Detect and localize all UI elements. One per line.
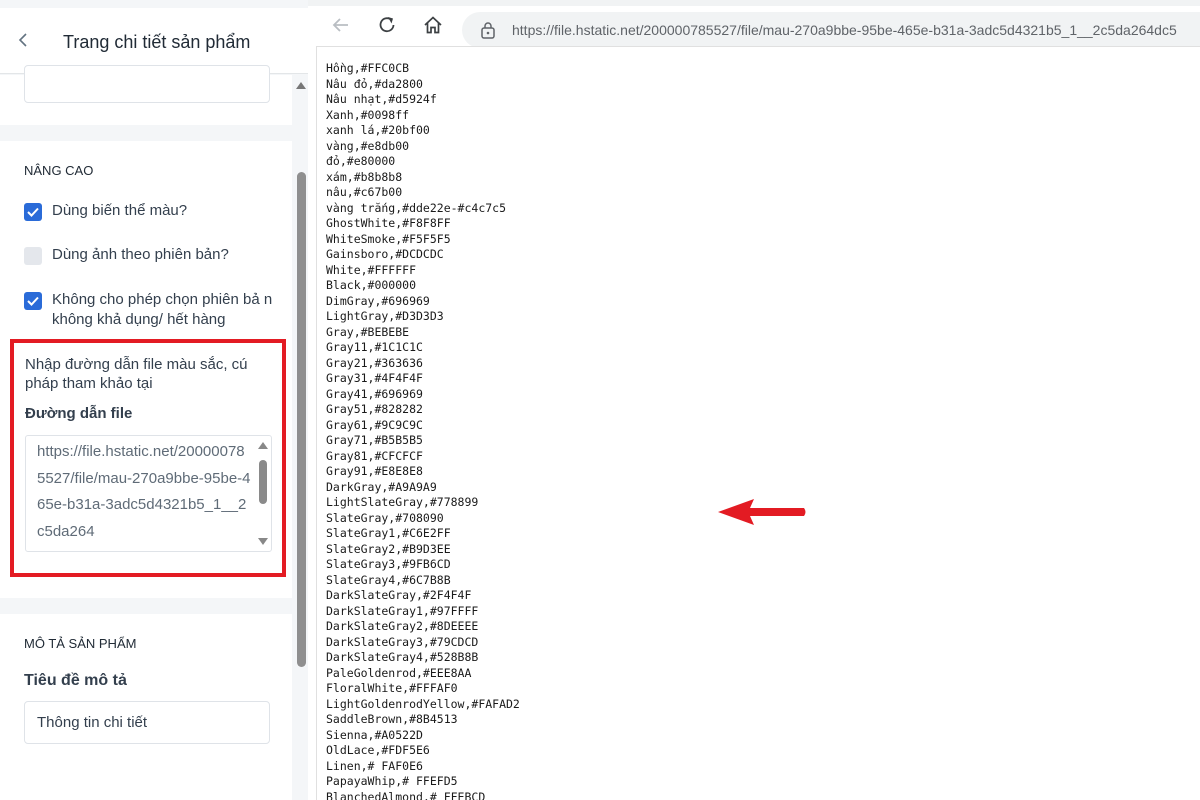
color-line: LightGray,#D3D3D3 <box>326 309 444 323</box>
checkbox-unchecked[interactable] <box>24 247 42 265</box>
color-line: DarkSlateGray3,#79CDCD <box>326 634 479 649</box>
product-description-section: MÔ TẢ SẢN PHẨM Tiêu đề mô tả Thông tin c… <box>0 614 292 800</box>
address-bar[interactable]: https://file.hstatic.net/200000785527/fi… <box>462 12 1200 48</box>
color-line: LightSlateGray,#778899 <box>326 495 479 509</box>
color-line: SlateGray2,#B9D3EE <box>326 541 451 556</box>
color-line: Gray11,#1C1C1C <box>326 340 423 354</box>
color-line: SlateGray1,#C6E2FF <box>326 526 451 540</box>
checkmark-icon <box>27 296 39 306</box>
advanced-section: NÂNG CAO Dùng biến thể màu? Dùng ảnh the… <box>0 141 292 598</box>
color-line: PapayaWhip,# FFEFD5 <box>326 774 458 788</box>
option-label: Dùng biến thể màu? <box>52 202 188 219</box>
use-color-variant-option[interactable]: Dùng biến thể màu? <box>24 201 187 221</box>
color-line: Gray31,#4F4F4F <box>326 371 423 385</box>
description-title-input[interactable]: Thông tin chi tiết <box>24 701 270 744</box>
color-line: DarkSlateGray4,#528B8B <box>326 650 479 664</box>
color-line: BlanchedAlmond,# FFEBCD <box>326 789 486 800</box>
panel-scrollbar[interactable] <box>297 172 306 667</box>
chevron-left-icon[interactable] <box>14 30 34 50</box>
color-line: SlateGray4,#6C7B8B <box>326 572 451 587</box>
option-label: Dùng ảnh theo phiên bản? <box>52 246 229 263</box>
file-path-textarea[interactable]: https://file.hstatic.net/200000785527/fi… <box>25 435 272 552</box>
color-line: vàng trắng,#dde22e-#c4c7c5 <box>326 200 507 215</box>
color-line: vàng,#e8db00 <box>326 138 410 153</box>
page-content: Hồng,#FFC0CB Nâu đỏ,#da2800 Nâu nhạt,#d592… <box>316 46 1200 800</box>
highlight-box: Nhập đường dẫn file màu sắc, cú pháp tha… <box>10 339 286 577</box>
color-line: LightGoldenrodYellow,#FAFAD2 <box>326 696 520 711</box>
color-line: xám,#b8b8b8 <box>326 169 403 184</box>
checkbox-checked[interactable] <box>24 203 42 221</box>
color-line: SlateGray3,#9FB6CD <box>326 557 451 571</box>
checkmark-icon <box>27 207 39 217</box>
description-section-title: MÔ TẢ SẢN PHẨM <box>24 636 137 651</box>
description-title-value: Thông tin chi tiết <box>37 714 148 731</box>
color-line: Gray81,#CFCFCF <box>326 448 423 463</box>
previous-field-input[interactable] <box>24 65 270 103</box>
color-line: OldLace,#FDF5E6 <box>326 743 430 757</box>
color-line: GhostWhite,#F8F8FF <box>326 216 451 230</box>
color-line: Gainsboro,#DCDCDC <box>326 247 444 261</box>
color-line: SlateGray,#708090 <box>326 510 444 525</box>
color-line: White,#FFFFFF <box>326 262 417 277</box>
color-line: WhiteSmoke,#F5F5F5 <box>326 231 451 246</box>
color-line: nâu,#c67b00 <box>326 185 403 199</box>
color-line: Gray61,#9C9C9C <box>326 417 423 432</box>
disallow-unavailable-option[interactable]: Không cho phép chọn phiên bả n không khả… <box>24 290 274 330</box>
use-version-image-option[interactable]: Dùng ảnh theo phiên bản? <box>24 245 229 265</box>
reload-icon[interactable] <box>376 14 398 36</box>
advanced-section-title: NÂNG CAO <box>24 163 94 178</box>
color-list: Hồng,#FFC0CB Nâu đỏ,#da2800 Nâu nhạt,#d592… <box>326 61 520 800</box>
home-icon[interactable] <box>422 14 444 36</box>
color-line: DarkSlateGray,#2F4F4F <box>326 588 472 602</box>
color-line: DarkSlateGray2,#8DEEEE <box>326 619 479 633</box>
panel-scroll-up-icon[interactable] <box>296 82 306 89</box>
option-label: Không cho phép chọn phiên bả n không khả… <box>52 291 273 328</box>
textarea-scroll-up-icon[interactable] <box>258 442 268 449</box>
color-line: DarkGray,#A9A9A9 <box>326 479 437 494</box>
file-path-value: https://file.hstatic.net/200000785527/fi… <box>37 443 251 540</box>
color-line: Gray51,#828282 <box>326 402 423 416</box>
path-field-label: Đường dẫn file <box>25 405 133 422</box>
color-line: Gray,#BEBEBE <box>326 324 410 339</box>
panel-title: Trang chi tiết sản phẩm <box>63 32 251 52</box>
color-line: Nâu nhạt,#d5924f <box>326 92 437 106</box>
browser-toolbar: https://file.hstatic.net/200000785527/fi… <box>312 6 1200 48</box>
red-arrow-annotation-icon <box>718 499 806 525</box>
textarea-scrollbar[interactable] <box>259 460 267 504</box>
arrow-left-icon[interactable] <box>330 14 352 36</box>
color-line: DarkSlateGray1,#97FFFF <box>326 603 479 618</box>
checkbox-checked[interactable] <box>24 292 42 310</box>
previous-section-card <box>0 65 292 125</box>
color-line: FloralWhite,#FFFAF0 <box>326 681 458 695</box>
product-detail-panel: Trang chi tiết sản phẩm NÂNG CAO Dùng bi… <box>0 0 308 800</box>
color-line: Gray91,#E8E8E8 <box>326 464 423 478</box>
lock-icon[interactable] <box>480 21 496 39</box>
path-description: Nhập đường dẫn file màu sắc, cú pháp tha… <box>25 356 248 392</box>
description-title-label: Tiêu đề mô tả <box>24 672 127 689</box>
color-line: Sienna,#A0522D <box>326 727 423 742</box>
color-line: PaleGoldenrod,#EEE8AA <box>326 665 472 680</box>
color-line: Gray21,#363636 <box>326 355 423 370</box>
color-line: Nâu đỏ,#da2800 <box>326 76 423 91</box>
color-line: Linen,# FAF0E6 <box>326 758 423 773</box>
color-line: DimGray,#696969 <box>326 293 430 308</box>
color-line: đỏ,#e80000 <box>326 154 396 168</box>
color-line: Gray71,#B5B5B5 <box>326 433 423 447</box>
textarea-scroll-down-icon[interactable] <box>258 538 268 545</box>
color-line: Black,#000000 <box>326 278 417 292</box>
color-line: Hồng,#FFC0CB <box>326 61 410 75</box>
color-line: Gray41,#696969 <box>326 386 423 401</box>
url-text: https://file.hstatic.net/200000785527/fi… <box>512 22 1177 38</box>
color-line: SaddleBrown,#8B4513 <box>326 712 458 726</box>
color-line: Xanh,#0098ff <box>326 107 410 122</box>
color-line: xanh lá,#20bf00 <box>326 123 430 137</box>
